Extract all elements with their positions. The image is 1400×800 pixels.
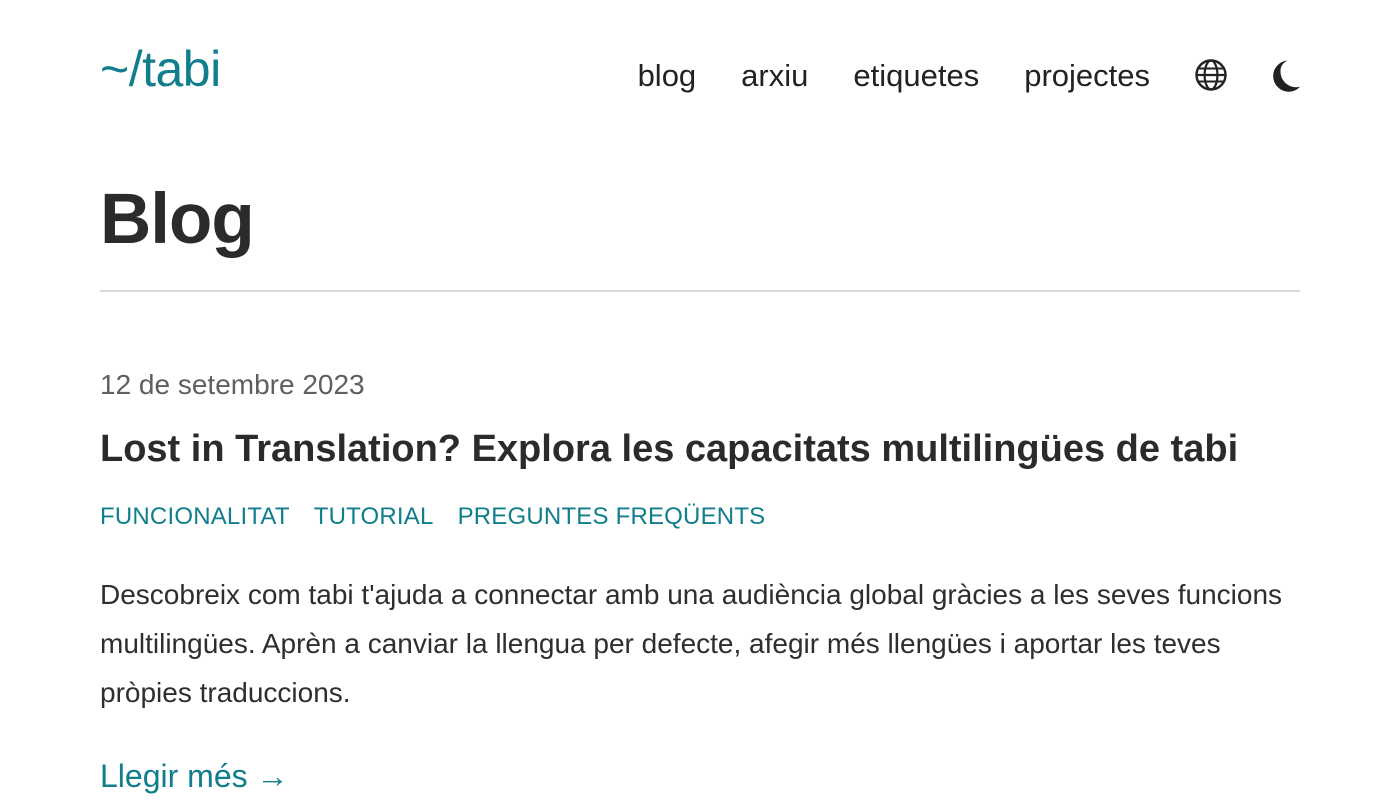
main-navigation: blog arxiu etiquetes projectes [638, 58, 1300, 92]
site-header: ~/tabi blog arxiu etiquetes projectes [100, 40, 1300, 110]
nav-tags-link[interactable]: etiquetes [853, 60, 979, 91]
post-tags: FUNCIONALITAT TUTORIAL PREGUNTES FREQÜEN… [100, 505, 765, 529]
post-date: 12 de setembre 2023 [100, 369, 365, 400]
tag-preguntes-frequents[interactable]: PREGUNTES FREQÜENTS [458, 503, 766, 530]
page-title: Blog [100, 180, 255, 259]
read-more-link[interactable]: Llegir més → [100, 760, 289, 792]
moon-icon [1273, 60, 1300, 92]
post-title: Lost in Translation? Explora les capacit… [100, 430, 1238, 468]
post-summary: Descobreix com tabi t'ajuda a connectar … [100, 579, 1283, 708]
nav-archive-link[interactable]: arxiu [741, 60, 808, 91]
tag-funcionalitat[interactable]: FUNCIONALITAT [100, 503, 290, 530]
theme-toggle[interactable] [1266, 58, 1300, 92]
title-divider [100, 290, 1300, 292]
language-switcher[interactable] [1194, 58, 1228, 92]
globe-icon [1195, 59, 1227, 91]
tag-tutorial[interactable]: TUTORIAL [314, 503, 434, 530]
nav-blog-link[interactable]: blog [638, 60, 697, 91]
page: ~/tabi blog arxiu etiquetes projectes Bl… [0, 0, 1400, 800]
site-logo[interactable]: ~/tabi [100, 44, 221, 94]
post-title-link[interactable]: Lost in Translation? Explora les capacit… [100, 428, 1238, 470]
nav-projects-link[interactable]: projectes [1024, 60, 1150, 91]
